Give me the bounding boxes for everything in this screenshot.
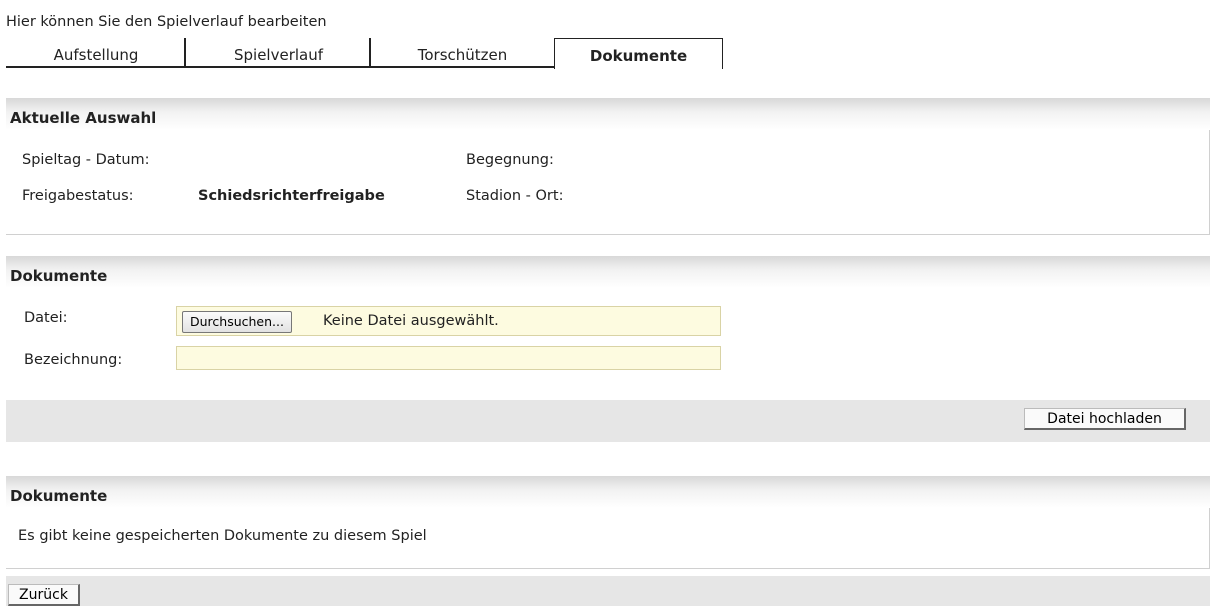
back-button[interactable]: Zurück [8,584,80,606]
freigabe-label: Freigabestatus: [22,188,134,204]
empty-documents-message: Es gibt keine gespeicherten Dokumente zu… [18,528,427,544]
selection-panel-title: Aktuelle Auswahl [6,98,1210,130]
file-input[interactable]: Durchsuchen... Keine Datei ausgewählt. [176,306,721,336]
tab-spielverlauf[interactable]: Spielverlauf [186,38,371,68]
spieltag-label: Spieltag - Datum: [22,152,150,168]
footer-bar: Zurück [6,576,1210,606]
selection-panel-body: Spieltag - Datum: Begegnung: Freigabesta… [6,130,1210,235]
tab-bar: Aufstellung Spielverlauf Torschützen Dok… [6,38,1210,70]
tab-label: Dokumente [589,47,688,65]
documents-panel: Dokumente Es gibt keine gespeicherten Do… [6,476,1210,569]
tab-label: Torschützen [417,46,508,64]
tab-aufstellung[interactable]: Aufstellung [6,38,186,68]
documents-panel-title: Dokumente [6,476,1210,508]
selection-panel: Aktuelle Auswahl Spieltag - Datum: Begeg… [6,98,1210,235]
upload-action-bar: Datei hochladen [6,400,1210,442]
freigabe-value: Schiedsrichterfreigabe [198,188,385,204]
begegnung-label: Begegnung: [466,152,554,168]
bezeichnung-input[interactable] [176,346,721,370]
page-instruction: Hier können Sie den Spielverlauf bearbei… [6,14,327,30]
tab-torschuetzen[interactable]: Torschützen [371,38,554,68]
bezeichnung-label: Bezeichnung: [24,352,123,368]
tab-label: Aufstellung [53,46,139,64]
documents-panel-body: Es gibt keine gespeicherten Dokumente zu… [6,508,1210,569]
file-status: Keine Datei ausgewählt. [323,313,499,329]
stadion-label: Stadion - Ort: [466,188,564,204]
tab-dokumente[interactable]: Dokumente [554,38,723,69]
tab-label: Spielverlauf [233,46,324,64]
upload-panel: Dokumente Datei: Bezeichnung: Durchsuche… [6,256,1210,400]
browse-button[interactable]: Durchsuchen... [182,311,292,333]
upload-panel-body: Datei: Bezeichnung: Durchsuchen... Keine… [6,288,1210,400]
tab-bar-filler [723,38,1210,66]
file-label: Datei: [24,310,68,326]
upload-button[interactable]: Datei hochladen [1024,408,1186,430]
upload-panel-title: Dokumente [6,256,1210,288]
